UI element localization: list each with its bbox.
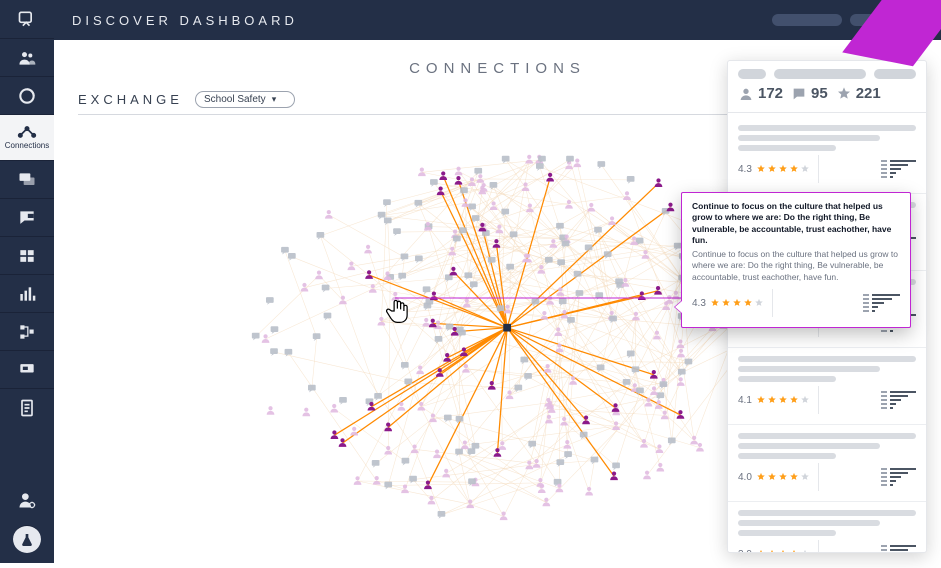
chevron-down-icon: ▾	[272, 94, 277, 105]
stat-people: 172	[738, 85, 783, 102]
result-card[interactable]: 4.0	[728, 425, 926, 502]
nav-user-settings[interactable]	[0, 481, 54, 519]
result-card[interactable]: 3.9	[728, 502, 926, 552]
nav-chat-multi[interactable]	[0, 160, 54, 198]
panel-placeholder-row	[738, 69, 916, 79]
people-icon	[738, 86, 754, 102]
nav-tree[interactable]	[0, 312, 54, 350]
star-icon	[836, 86, 852, 102]
exchange-select-value: School Safety	[204, 94, 266, 105]
exchange-select[interactable]: School Safety ▾	[195, 91, 295, 108]
nav-bar-chart[interactable]	[0, 274, 54, 312]
nav-pinned[interactable]	[0, 350, 54, 388]
node-tooltip: Continue to focus on the culture that he…	[681, 192, 911, 328]
nav-connections[interactable]: Connections	[0, 114, 54, 160]
tooltip-rating: 4.3	[692, 297, 764, 311]
nav-flask[interactable]	[13, 525, 41, 553]
comment-icon	[791, 86, 807, 102]
sidebar: Connections	[0, 0, 54, 563]
filter-label: EXCHANGE	[78, 92, 183, 107]
header-title: DISCOVER DASHBOARD	[72, 13, 298, 28]
stat-stars: 221	[836, 85, 881, 102]
nav-people[interactable]	[0, 38, 54, 76]
nav-connections-label: Connections	[5, 141, 49, 150]
nav-chat-bubble[interactable]	[0, 198, 54, 236]
header-placeholder-1	[772, 14, 842, 26]
nav-grid[interactable]	[0, 236, 54, 274]
logo-icon	[0, 0, 54, 38]
nav-donut[interactable]	[0, 76, 54, 114]
nav-doc[interactable]	[0, 388, 54, 426]
panel-list[interactable]: 4.3 4.2	[728, 113, 926, 552]
stat-comments: 95	[791, 85, 828, 102]
panel-stats: 172 95 221	[728, 83, 926, 113]
header: DISCOVER DASHBOARD	[54, 0, 941, 40]
result-card[interactable]: 4.1	[728, 348, 926, 425]
tooltip-title: Continue to focus on the culture that he…	[692, 201, 900, 247]
result-card[interactable]: 4.3	[728, 117, 926, 194]
tooltip-body: Continue to focus on the culture that he…	[692, 249, 900, 283]
tooltip-histogram	[863, 294, 900, 312]
